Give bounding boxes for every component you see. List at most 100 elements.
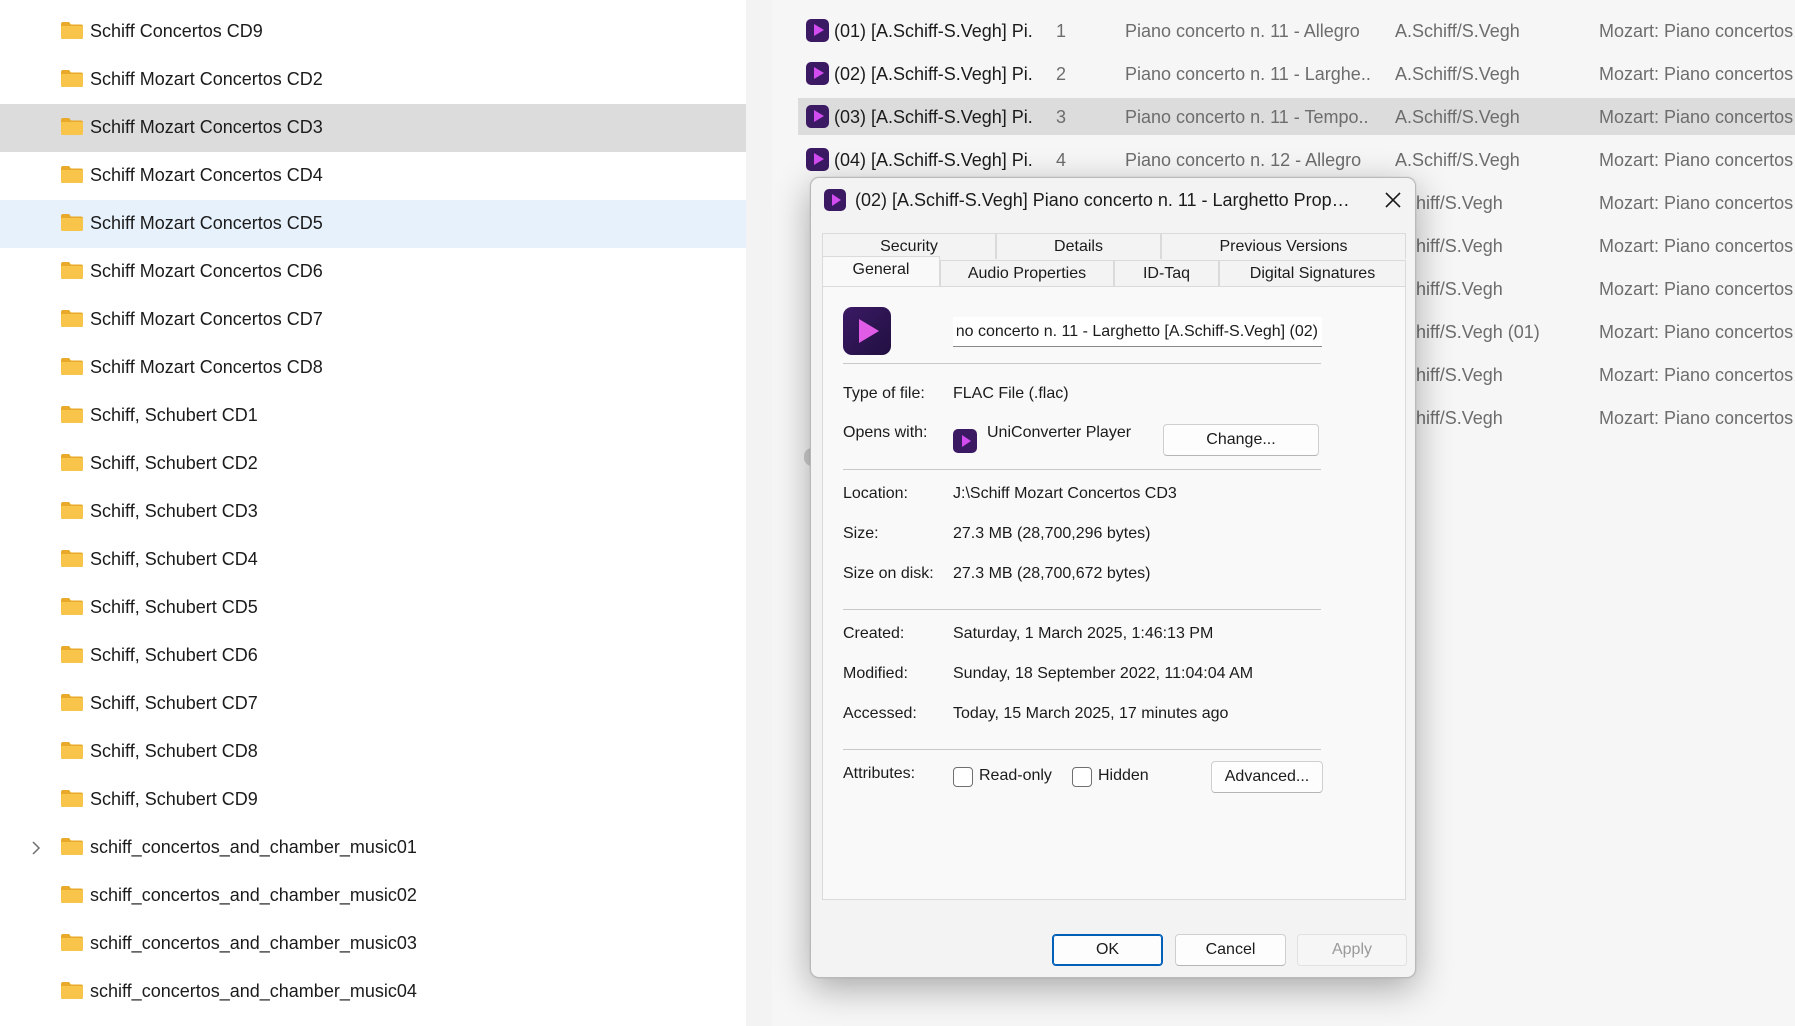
tab-previous-versions[interactable]: Previous Versions: [1161, 233, 1406, 259]
track-album: Mozart: Piano concertos: [1599, 236, 1794, 256]
filename-input[interactable]: [953, 317, 1322, 347]
uniconverter-app-icon: [953, 429, 977, 453]
folder-tree-item[interactable]: Schiff Mozart Concertos CD2: [0, 56, 746, 104]
folder-icon: [61, 262, 83, 279]
file-row[interactable]: (01) [A.Schiff-S.Vegh] Pi... 1 Piano conce…: [798, 12, 1795, 49]
size-on-disk-value: 27.3 MB (28,700,672 bytes): [953, 565, 1151, 582]
track-number: 2: [1056, 64, 1067, 84]
folder-tree-item-label: Schiff Concertos CD9: [90, 21, 263, 41]
hidden-checkbox[interactable]: [1072, 767, 1092, 787]
apply-button[interactable]: Apply: [1297, 934, 1407, 966]
folder-tree-item[interactable]: Schiff, Schubert CD3: [0, 488, 746, 536]
tab-id-tag[interactable]: ID-Taq: [1114, 260, 1219, 286]
track-album: Mozart: Piano concertos: [1599, 21, 1794, 41]
chevron-right-icon[interactable]: [26, 838, 46, 858]
separator: [843, 749, 1321, 750]
close-icon[interactable]: [1383, 190, 1403, 210]
flac-file-icon: [806, 62, 829, 85]
folder-icon: [61, 886, 83, 903]
folder-icon: [61, 646, 83, 663]
folder-tree-item-label: Schiff Mozart Concertos CD4: [90, 165, 323, 185]
folder-tree-item[interactable]: Schiff Mozart Concertos CD3: [0, 104, 746, 152]
flac-file-icon: [806, 148, 829, 171]
accessed-label: Accessed:: [843, 705, 917, 722]
folder-tree-item-label: Schiff, Schubert CD3: [90, 501, 258, 521]
folder-icon: [61, 934, 83, 951]
folder-tree-item-label: Schiff, Schubert CD9: [90, 789, 258, 809]
separator: [843, 469, 1321, 470]
size-on-disk-label: Size on disk:: [843, 565, 934, 582]
flac-file-icon: [806, 19, 829, 42]
cancel-button[interactable]: Cancel: [1175, 934, 1286, 966]
tab-details[interactable]: Details: [996, 233, 1161, 259]
folder-tree-item-label: Schiff, Schubert CD1: [90, 405, 258, 425]
folder-tree-item[interactable]: Schiff, Schubert CD1: [0, 392, 746, 440]
pane-divider[interactable]: [746, 0, 772, 1026]
folder-tree-item[interactable]: Schiff, Schubert CD4: [0, 536, 746, 584]
readonly-checkbox[interactable]: [953, 767, 973, 787]
folder-icon: [61, 742, 83, 759]
folder-icon: [61, 550, 83, 567]
folder-tree-item[interactable]: Schiff, Schubert CD9: [0, 776, 746, 824]
dialog-titlebar[interactable]: (02) [A.Schiff-S.Vegh] Piano concerto n.…: [811, 178, 1415, 222]
folder-icon: [61, 454, 83, 471]
tab-general[interactable]: General: [822, 256, 940, 286]
folder-icon: [61, 118, 83, 135]
folder-icon: [61, 790, 83, 807]
folder-tree-item-label: Schiff, Schubert CD2: [90, 453, 258, 473]
folder-tree-item[interactable]: schiff_concertos_and_chamber_music04: [0, 968, 746, 1016]
folder-tree-item[interactable]: Schiff, Schubert CD6: [0, 632, 746, 680]
advanced-button[interactable]: Advanced...: [1211, 761, 1323, 793]
folder-tree-item-label: Schiff Mozart Concertos CD6: [90, 261, 323, 281]
folder-icon: [61, 214, 83, 231]
dialog-title: (02) [A.Schiff-S.Vegh] Piano concerto n.…: [855, 190, 1355, 210]
properties-dialog: (02) [A.Schiff-S.Vegh] Piano concerto n.…: [810, 177, 1416, 978]
folder-tree-item-label: Schiff Mozart Concertos CD8: [90, 357, 323, 377]
folder-tree-item[interactable]: Schiff, Schubert CD2: [0, 440, 746, 488]
track-album: Mozart: Piano concertos: [1599, 408, 1794, 428]
tab-digital-signatures[interactable]: Digital Signatures: [1219, 260, 1406, 286]
folder-tree-item[interactable]: Schiff, Schubert CD8: [0, 728, 746, 776]
folder-tree-item-label: schiff_concertos_and_chamber_music04: [90, 981, 417, 1001]
folder-tree-item[interactable]: Schiff Concertos CD9: [0, 8, 746, 56]
track-artist: A.Schiff/S.Vegh: [1395, 21, 1520, 41]
file-name: (03) [A.Schiff-S.Vegh] Pi...: [834, 107, 1034, 127]
folder-icon: [61, 310, 83, 327]
track-title: Piano concerto n. 11 - Allegro: [1125, 21, 1360, 41]
folder-tree-item[interactable]: Schiff, Schubert CD7: [0, 680, 746, 728]
track-title: Piano concerto n. 11 - Tempo...: [1125, 107, 1370, 127]
tab-audio-properties[interactable]: Audio Properties: [940, 260, 1114, 286]
folder-icon: [61, 598, 83, 615]
folder-icon: [61, 694, 83, 711]
folder-tree-item[interactable]: Schiff Mozart Concertos CD7: [0, 296, 746, 344]
folder-tree-item[interactable]: schiff_concertos_and_chamber_music01: [0, 824, 746, 872]
track-album: Mozart: Piano concertos: [1599, 64, 1794, 84]
folder-icon: [61, 166, 83, 183]
change-button[interactable]: Change...: [1163, 424, 1319, 456]
folder-icon: [61, 838, 83, 855]
track-number: 4: [1056, 150, 1067, 170]
folder-tree-item-label: schiff_concertos_and_chamber_music01: [90, 837, 417, 857]
folder-icon: [61, 358, 83, 375]
track-album: Mozart: Piano concertos: [1599, 150, 1794, 170]
folder-tree-item[interactable]: Schiff Mozart Concertos CD6: [0, 248, 746, 296]
readonly-label[interactable]: Read-only: [979, 767, 1052, 785]
track-artist: A.Schiff/S.Vegh: [1395, 64, 1520, 84]
hidden-label[interactable]: Hidden: [1098, 767, 1149, 785]
folder-tree-item[interactable]: Schiff Mozart Concertos CD4: [0, 152, 746, 200]
file-row[interactable]: (04) [A.Schiff-S.Vegh] Pi... 4 Piano conce…: [798, 141, 1795, 178]
track-album: Mozart: Piano concertos: [1599, 107, 1794, 127]
ok-button[interactable]: OK: [1052, 934, 1163, 966]
folder-tree-item[interactable]: Schiff Mozart Concertos CD5: [0, 200, 746, 248]
file-name: (04) [A.Schiff-S.Vegh] Pi...: [834, 150, 1034, 170]
folder-tree-item[interactable]: schiff_concertos_and_chamber_music02: [0, 872, 746, 920]
file-row[interactable]: (02) [A.Schiff-S.Vegh] Pi... 2 Piano conce…: [798, 55, 1795, 92]
folder-tree-item[interactable]: Schiff Mozart Concertos CD8: [0, 344, 746, 392]
folder-tree-item[interactable]: schiff_concertos_and_chamber_music03: [0, 920, 746, 968]
folder-tree-item[interactable]: Schiff, Schubert CD5: [0, 584, 746, 632]
track-title: Piano concerto n. 12 - Allegro: [1125, 150, 1362, 170]
location-value: J:\Schiff Mozart Concertos CD3: [953, 485, 1177, 502]
track-title: Piano concerto n. 11 - Larghe...: [1125, 64, 1370, 84]
file-row[interactable]: (03) [A.Schiff-S.Vegh] Pi... 3 Piano conce…: [798, 98, 1795, 135]
folder-tree-item-label: schiff_concertos_and_chamber_music03: [90, 933, 417, 953]
